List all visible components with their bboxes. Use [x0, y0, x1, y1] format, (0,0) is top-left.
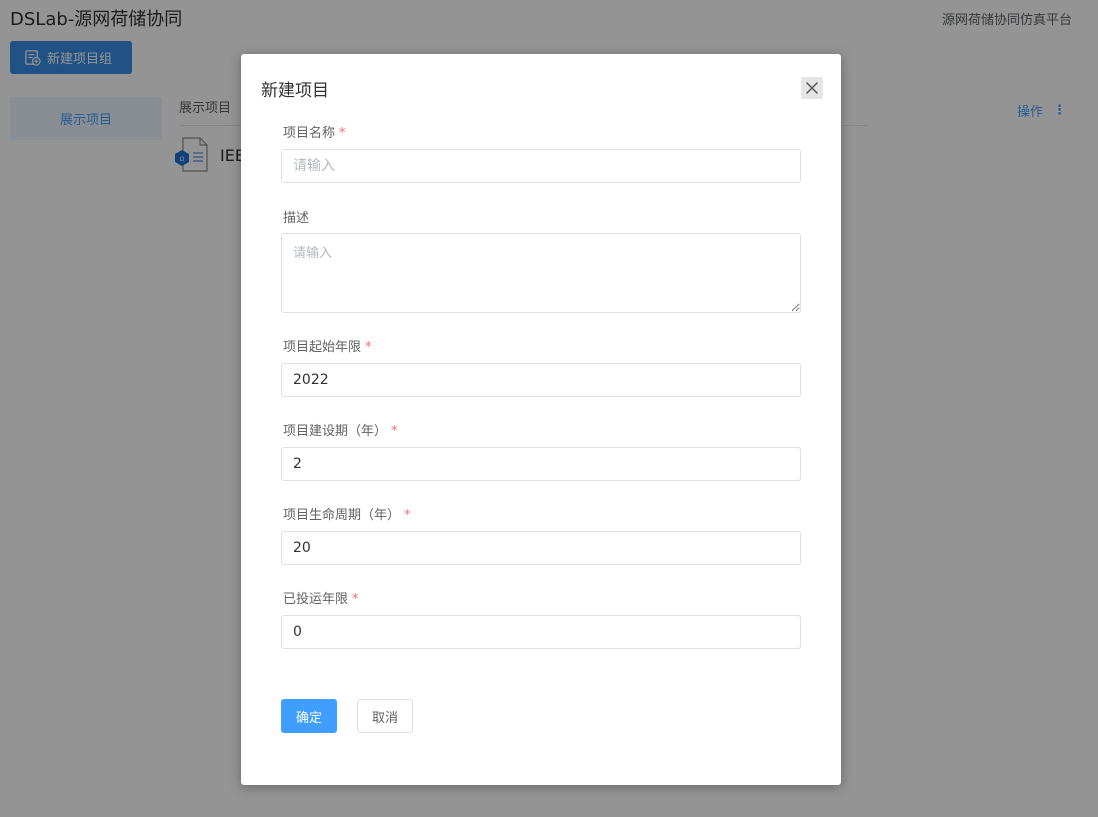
build-period-input[interactable]: [281, 447, 801, 481]
required-mark: *: [339, 126, 346, 141]
project-name-label: 项目名称 *: [283, 126, 346, 141]
operated-years-input[interactable]: [281, 615, 801, 649]
life-cycle-label: 项目生命周期（年） *: [283, 508, 411, 523]
operated-years-label: 已投运年限 *: [283, 592, 359, 607]
required-mark: *: [352, 592, 359, 607]
required-mark: *: [391, 424, 398, 439]
description-textarea[interactable]: [281, 233, 801, 313]
project-name-input[interactable]: [281, 149, 801, 183]
life-cycle-input[interactable]: [281, 531, 801, 565]
dialog-title: 新建项目: [261, 81, 329, 101]
build-period-label: 项目建设期（年） *: [283, 424, 398, 439]
close-icon: [805, 81, 819, 95]
required-mark: *: [404, 508, 411, 523]
new-project-dialog: 新建项目 项目名称* 描述 项目起始年限* 项目建设期（年）* 项目生命周期（年…: [241, 54, 841, 785]
close-button[interactable]: [801, 77, 823, 99]
confirm-button[interactable]: 确定: [281, 699, 337, 733]
cancel-button[interactable]: 取消: [357, 699, 413, 733]
start-year-label: 项目起始年限 *: [283, 340, 372, 355]
start-year-input[interactable]: [281, 363, 801, 397]
required-mark: *: [365, 340, 372, 355]
description-label: 描述: [283, 211, 310, 226]
